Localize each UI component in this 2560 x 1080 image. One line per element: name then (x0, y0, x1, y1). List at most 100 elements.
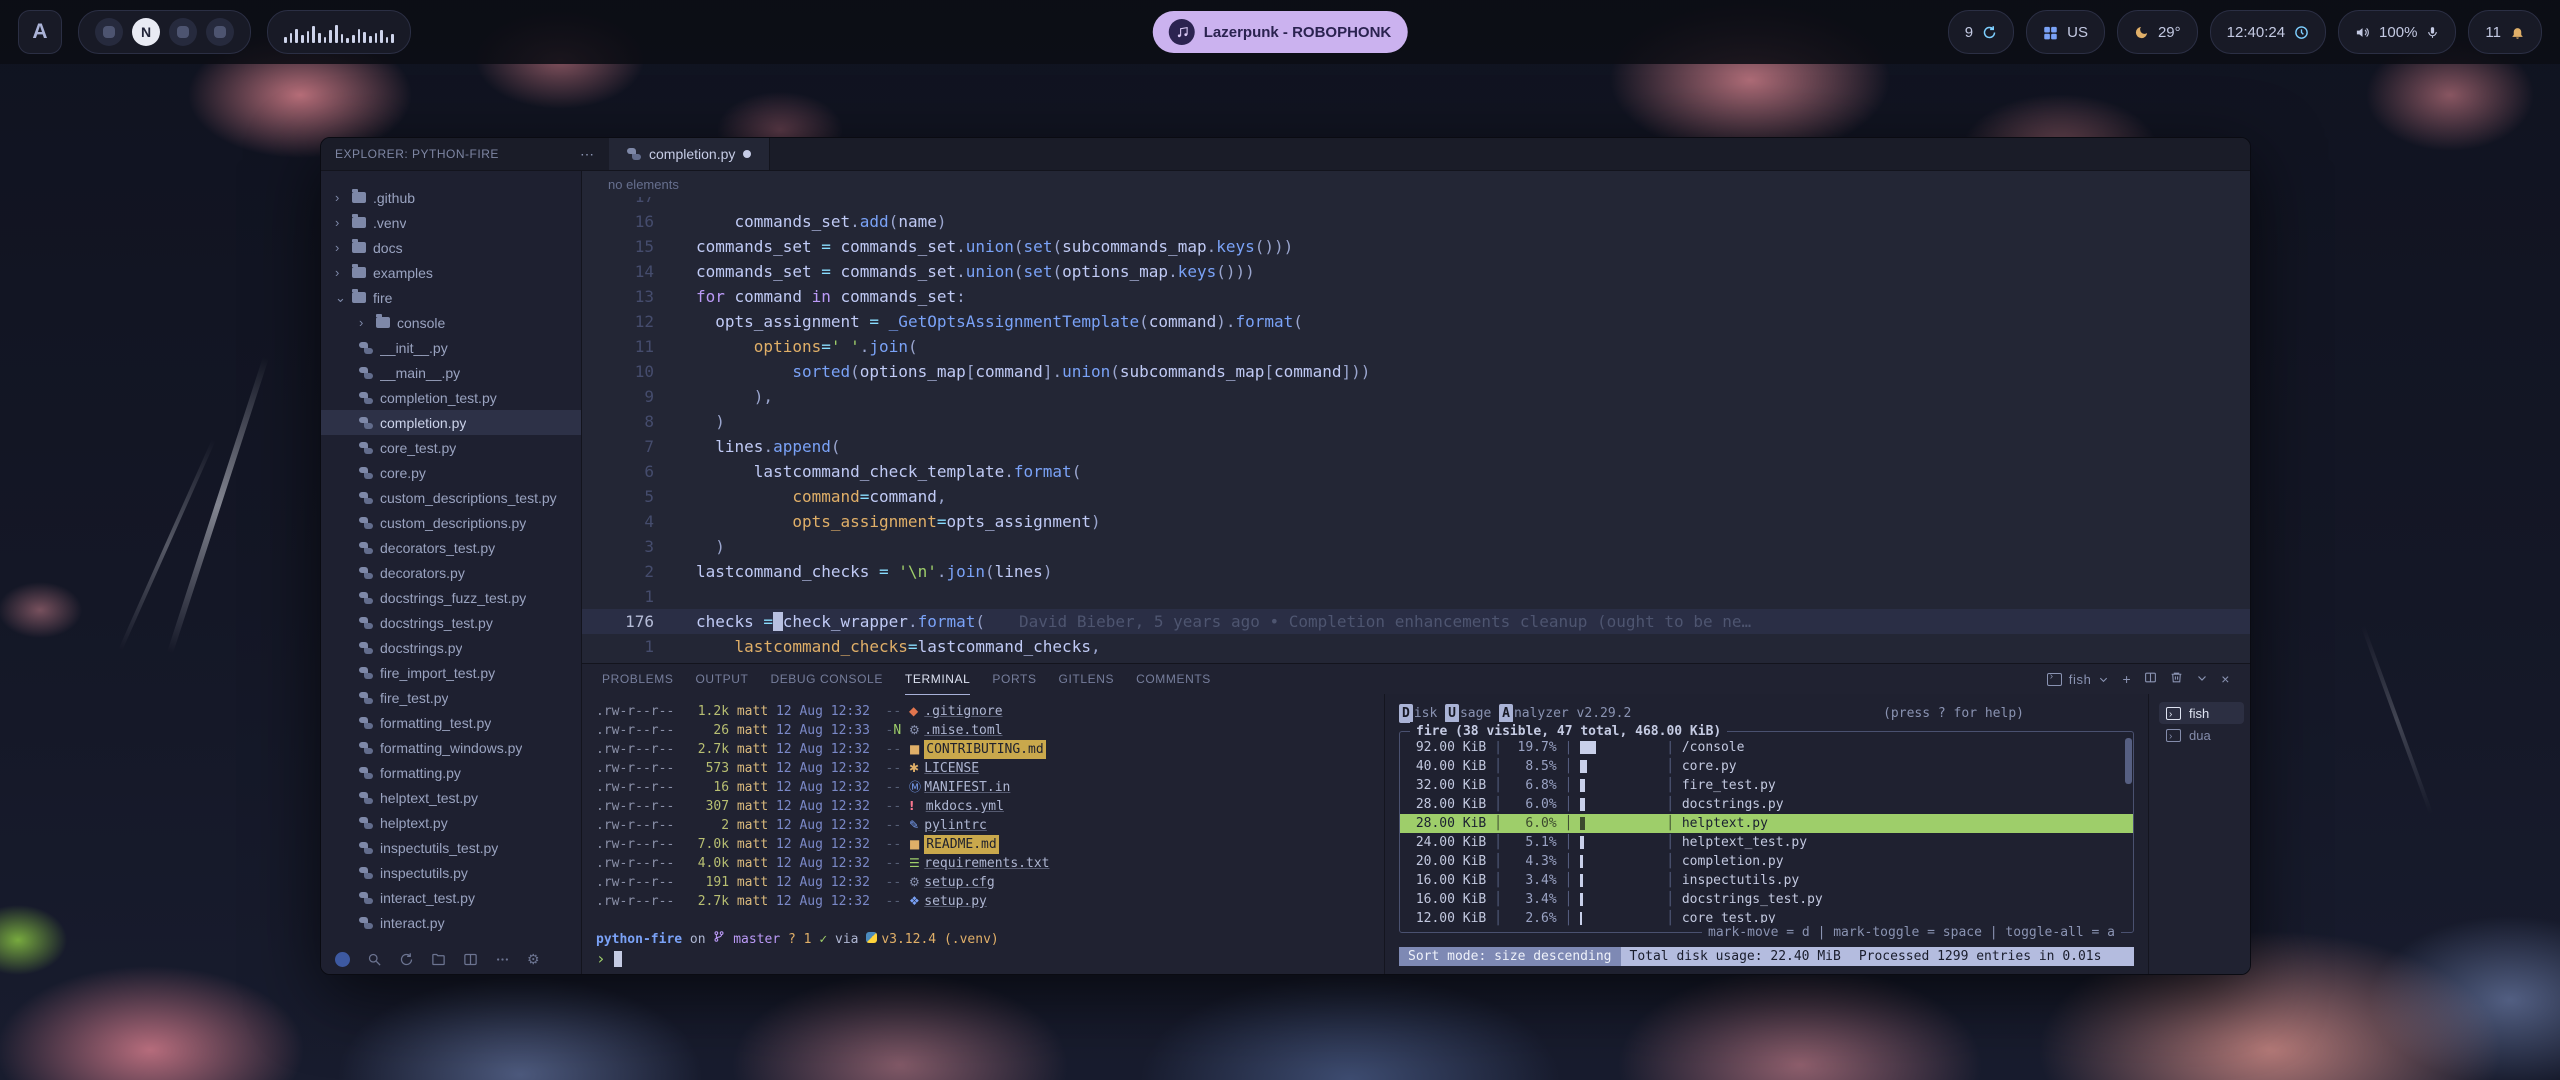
launcher-button[interactable]: A (18, 10, 62, 54)
chevron-down-icon[interactable] (2196, 672, 2208, 687)
explorer-item-fire_import_test.py[interactable]: fire_import_test.py (321, 660, 581, 685)
media-player-pill[interactable]: Lazerpunk - ROBOPHONK (1153, 11, 1408, 53)
explorer-item-examples[interactable]: ›examples (321, 260, 581, 285)
explorer-item-inspectutils.py[interactable]: inspectutils.py (321, 860, 581, 885)
dua-row-docstrings.py[interactable]: 28.00 KiB│6.0%││docstrings.py (1400, 795, 2133, 814)
file-link[interactable]: requirements.txt (924, 854, 1049, 873)
kill-terminal-icon[interactable] (2170, 671, 2183, 687)
app-icon[interactable]: N (132, 18, 160, 46)
file-link[interactable]: pylintrc (924, 816, 987, 835)
close-panel-icon[interactable]: × (2221, 671, 2230, 687)
explorer-item-helptext.py[interactable]: helptext.py (321, 810, 581, 835)
new-terminal-icon[interactable]: + (2122, 671, 2131, 687)
file-link[interactable]: CONTRIBUTING.md (924, 740, 1045, 759)
split-layout-icon[interactable] (463, 952, 478, 967)
clock-pill[interactable]: 12:40:24 (2210, 10, 2326, 54)
explorer-item-core.py[interactable]: core.py (321, 460, 581, 485)
search-icon[interactable] (367, 952, 382, 967)
explorer-item-completion.py[interactable]: completion.py (321, 410, 581, 435)
explorer-item-decorators.py[interactable]: decorators.py (321, 560, 581, 585)
dua-row-completion.py[interactable]: 20.00 KiB│4.3%││completion.py (1400, 852, 2133, 871)
modified-dot-icon[interactable] (743, 150, 751, 158)
file-link[interactable]: setup.py (924, 892, 987, 911)
explorer-item-__init__.py[interactable]: __init__.py (321, 335, 581, 360)
explorer-item-docstrings_fuzz_test.py[interactable]: docstrings_fuzz_test.py (321, 585, 581, 610)
terminal-pane[interactable]: .rw-r--r--1.2kmatt12 Aug 12:32--◆.gitign… (582, 694, 1384, 974)
txt-file-icon: ☰ (909, 854, 924, 873)
explorer-item-docstrings_test.py[interactable]: docstrings_test.py (321, 610, 581, 635)
explorer-item-formatting_test.py[interactable]: formatting_test.py (321, 710, 581, 735)
code-area[interactable]: 17 """16 commands_set.add(name)15command… (582, 197, 2250, 663)
panel-tab-comments[interactable]: COMMENTS (1136, 664, 1211, 695)
tab-completion-py[interactable]: completion.py (609, 138, 770, 170)
file-link[interactable]: MANIFEST.in (924, 778, 1010, 797)
explorer-item-inspectutils_test.py[interactable]: inspectutils_test.py (321, 835, 581, 860)
breadcrumb[interactable]: no elements (582, 171, 2250, 197)
explorer-more-icon[interactable]: ⋯ (580, 146, 595, 163)
sync-icon[interactable] (399, 952, 414, 967)
dua-row-docstrings_test.py[interactable]: 16.00 KiB│3.4%││docstrings_test.py (1400, 890, 2133, 909)
explorer-item-fire[interactable]: ⌄fire (321, 285, 581, 310)
file-link[interactable]: README.md (924, 835, 998, 854)
explorer-item-docstrings.py[interactable]: docstrings.py (321, 635, 581, 660)
explorer-item-interact.py[interactable]: interact.py (321, 910, 581, 935)
app-icon[interactable] (95, 18, 123, 46)
explorer-item-interact_test.py[interactable]: interact_test.py (321, 885, 581, 910)
terminal-tab-dua[interactable]: dua (2159, 724, 2244, 746)
split-terminal-icon[interactable] (2144, 671, 2157, 687)
explorer-item-decorators_test.py[interactable]: decorators_test.py (321, 535, 581, 560)
panel-tab-problems[interactable]: PROBLEMS (602, 664, 674, 695)
explorer-item-console[interactable]: ›console (321, 310, 581, 335)
explorer-item-docs[interactable]: ›docs (321, 235, 581, 260)
panel-tab-ports[interactable]: PORTS (992, 664, 1036, 695)
terminal-profile-selector[interactable]: fish (2047, 672, 2110, 687)
file-link[interactable]: mkdocs.yml (926, 797, 1004, 816)
more-icon[interactable] (495, 952, 510, 967)
file-link[interactable]: setup.cfg (924, 873, 994, 892)
dua-row-helptext.py[interactable]: 28.00 KiB│6.0%││helptext.py (1400, 814, 2133, 833)
explorer-item-core_test.py[interactable]: core_test.py (321, 435, 581, 460)
window-top-bar: EXPLORER: PYTHON-FIRE ⋯ completion.py (321, 138, 2250, 171)
explorer-item-helptext_test.py[interactable]: helptext_test.py (321, 785, 581, 810)
gear-icon[interactable]: ⚙ (527, 951, 540, 968)
panel-tab-gitlens[interactable]: GITLENS (1059, 664, 1115, 695)
remote-indicator-icon[interactable] (335, 952, 350, 967)
panel-tab-debug-console[interactable]: DEBUG CONSOLE (770, 664, 883, 695)
dua-row-fire_test.py[interactable]: 32.00 KiB│6.8%││fire_test.py (1400, 776, 2133, 795)
explorer-item-formatting.py[interactable]: formatting.py (321, 760, 581, 785)
file-link[interactable]: LICENSE (924, 759, 979, 778)
dua-row-inspectutils.py[interactable]: 16.00 KiB│3.4%││inspectutils.py (1400, 871, 2133, 890)
explorer-item-fire_test.py[interactable]: fire_test.py (321, 685, 581, 710)
notifications-pill[interactable]: 11 (2468, 10, 2542, 54)
sidebar-bottom-strip: ⚙ (321, 944, 581, 974)
explorer-item-formatting_windows.py[interactable]: formatting_windows.py (321, 735, 581, 760)
panel-tab-terminal[interactable]: TERMINAL (905, 664, 970, 695)
terminal-output: .rw-r--r--1.2kmatt12 Aug 12:32--◆.gitign… (596, 702, 1384, 911)
dua-row-core.py[interactable]: 40.00 KiB│8.5%││core.py (1400, 757, 2133, 776)
explorer-item-__main__.py[interactable]: __main__.py (321, 360, 581, 385)
explorer-item-.venv[interactable]: ›.venv (321, 210, 581, 235)
bell-icon (2510, 25, 2525, 40)
weather-pill[interactable]: 29° (2117, 10, 2198, 54)
folder-icon[interactable] (431, 952, 446, 967)
explorer-item-custom_descriptions_test.py[interactable]: custom_descriptions_test.py (321, 485, 581, 510)
audio-pill[interactable]: 100% (2338, 10, 2456, 54)
explorer-item-.github[interactable]: ›.github (321, 185, 581, 210)
panel-tab-output[interactable]: OUTPUT (696, 664, 749, 695)
dua-scrollbar[interactable] (2125, 738, 2132, 784)
app-icon[interactable] (206, 18, 234, 46)
explorer-item-custom_descriptions.py[interactable]: custom_descriptions.py (321, 510, 581, 535)
shell-cursor-line[interactable]: › (596, 949, 1384, 968)
code-line-1: 1 (582, 584, 2250, 609)
audio-visualizer-pill[interactable] (267, 10, 411, 54)
dua-row-helptext_test.py[interactable]: 24.00 KiB│5.1%││helptext_test.py (1400, 833, 2133, 852)
file-link[interactable]: .mise.toml (924, 721, 1002, 740)
taskbar-apps[interactable]: N (78, 10, 251, 54)
dua-pane[interactable]: Disk Usage Analyzer v2.29.2 (press ? for… (1384, 694, 2148, 974)
file-link[interactable]: .gitignore (924, 702, 1002, 721)
terminal-tab-fish[interactable]: fish (2159, 702, 2244, 724)
explorer-item-completion_test.py[interactable]: completion_test.py (321, 385, 581, 410)
keyboard-layout-pill[interactable]: US (2026, 10, 2105, 54)
updates-pill[interactable]: 9 (1948, 10, 2014, 54)
app-icon[interactable] (169, 18, 197, 46)
